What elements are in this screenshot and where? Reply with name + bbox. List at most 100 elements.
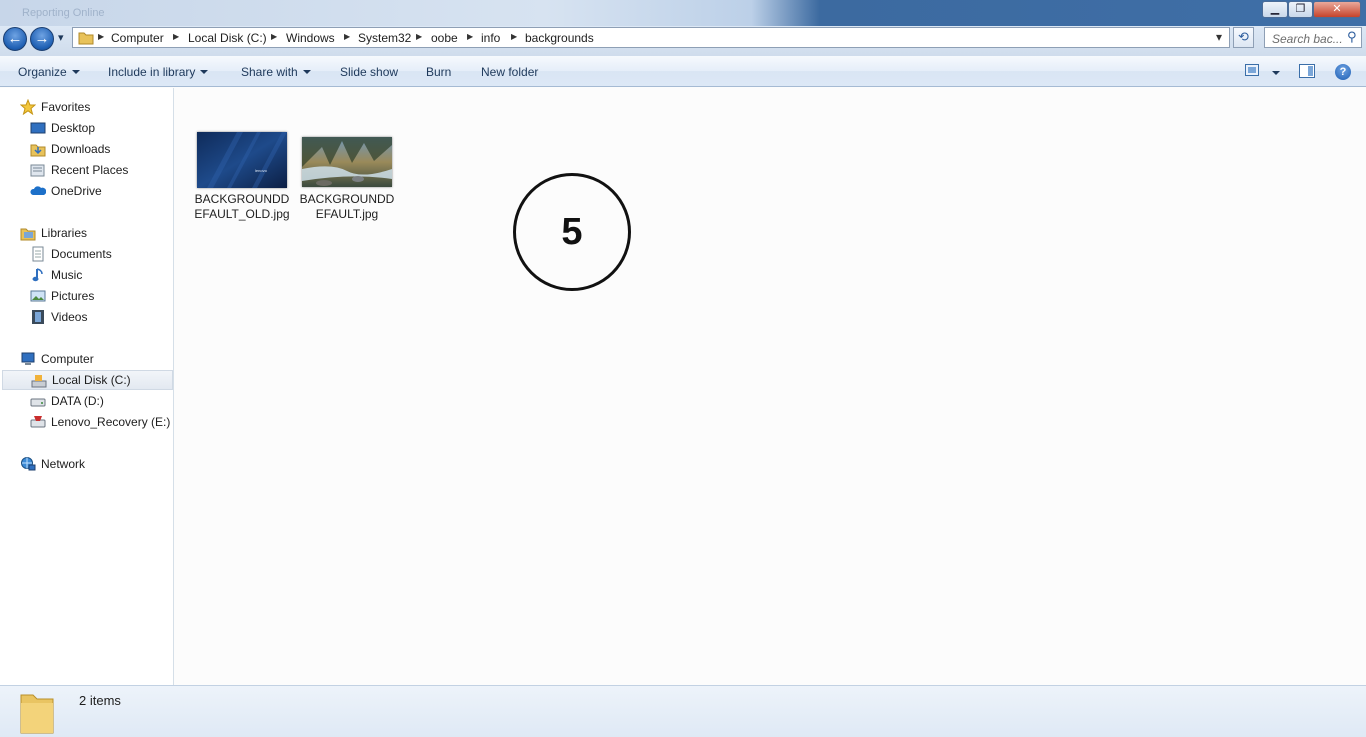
libraries-icon (20, 228, 36, 241)
include-in-library-label: Include in library (108, 65, 196, 79)
nav-item-label: Documents (51, 247, 112, 261)
breadcrumb-local-disk[interactable]: Local Disk (C:) (188, 31, 267, 45)
chevron-down-icon (302, 70, 311, 74)
system-drive-icon (31, 375, 47, 388)
close-button[interactable]: ✕ (1313, 1, 1361, 18)
nav-item-downloads[interactable]: Downloads (0, 139, 174, 159)
downloads-folder-icon (30, 144, 46, 157)
file-name: BACKGROUNDDEFAULT_OLD.jpg (194, 192, 290, 221)
image-thumbnail (302, 137, 392, 187)
breadcrumb-separator[interactable]: ▶ (416, 32, 422, 41)
nav-item-label: Lenovo_Recovery (E:) (51, 415, 171, 429)
breadcrumb-separator[interactable]: ▶ (344, 32, 350, 41)
breadcrumb-separator[interactable]: ▶ (467, 32, 473, 41)
nav-item-label: Downloads (51, 142, 111, 156)
hard-drive-icon (30, 398, 46, 407)
nav-item-label: DATA (D:) (51, 394, 104, 408)
onedrive-cloud-icon (30, 186, 46, 195)
image-thumbnail: lenovo (197, 132, 287, 188)
breadcrumb-separator[interactable]: ▶ (173, 32, 179, 41)
new-folder-button[interactable]: New folder (481, 65, 538, 79)
breadcrumb-info[interactable]: info (481, 31, 500, 45)
nav-favorites-label: Favorites (41, 100, 91, 114)
view-icon (1245, 64, 1259, 76)
nav-item-pictures[interactable]: Pictures (0, 286, 174, 306)
window-title: Reporting Online (22, 7, 105, 19)
search-input[interactable] (1270, 29, 1348, 48)
breadcrumb-oobe[interactable]: oobe (431, 31, 458, 45)
organize-button[interactable]: Organize (18, 65, 80, 79)
videos-film-icon (32, 310, 44, 324)
nav-item-onedrive[interactable]: OneDrive (0, 181, 174, 201)
breadcrumb-windows[interactable]: Windows (286, 31, 335, 45)
organize-label: Organize (18, 65, 67, 79)
nav-item-label: Desktop (51, 121, 96, 135)
burn-button[interactable]: Burn (426, 65, 451, 79)
computer-icon (21, 352, 35, 365)
nav-favorites[interactable]: Favorites (0, 97, 174, 117)
nav-item-desktop[interactable]: Desktop (0, 118, 174, 138)
nav-network-label: Network (41, 457, 86, 471)
nav-item-recent-places[interactable]: Recent Places (0, 160, 174, 180)
nav-item-documents[interactable]: Documents (0, 244, 174, 264)
nav-item-label: OneDrive (51, 184, 102, 198)
refresh-button[interactable]: ⟲ (1233, 27, 1254, 48)
nav-item-data-d[interactable]: DATA (D:) (0, 391, 174, 411)
network-globe-icon (21, 457, 36, 471)
change-view-button[interactable] (1245, 64, 1259, 79)
minimize-button[interactable]: ▁ (1262, 1, 1288, 18)
breadcrumb-computer[interactable]: Computer (111, 31, 164, 45)
nav-item-music[interactable]: Music (0, 265, 174, 285)
back-button[interactable]: ← (3, 27, 27, 51)
nav-network[interactable]: Network (0, 454, 174, 474)
status-bar (0, 685, 1366, 737)
file-item[interactable]: BACKGROUNDDEFAULT.jpg (297, 128, 397, 228)
address-bar[interactable]: ▶ Computer ▶ Local Disk (C:) ▶ Windows ▶… (72, 27, 1230, 48)
breadcrumb-separator[interactable]: ▶ (98, 32, 104, 41)
status-item-count: 2 items (79, 693, 121, 708)
nav-libraries[interactable]: Libraries (0, 223, 174, 243)
pictures-icon (30, 290, 46, 302)
nav-item-local-disk-c[interactable]: Local Disk (C:) (2, 370, 173, 390)
star-icon (20, 99, 36, 115)
search-box[interactable]: ⚲ (1264, 27, 1362, 48)
nav-libraries-label: Libraries (41, 226, 88, 240)
magnifier-icon[interactable]: ⚲ (1347, 29, 1357, 45)
recent-pages-dropdown[interactable]: ▾ (58, 31, 64, 44)
include-in-library-button[interactable]: Include in library (108, 65, 209, 79)
folder-large-icon (20, 694, 54, 734)
forward-button[interactable]: → (30, 27, 54, 51)
documents-icon (32, 246, 44, 262)
breadcrumb-system32[interactable]: System32 (358, 31, 411, 45)
nav-item-lenovo-recovery-e[interactable]: Lenovo_Recovery (E:) (0, 412, 174, 432)
breadcrumb-separator[interactable]: ▶ (511, 32, 517, 41)
nav-item-label: Recent Places (51, 163, 129, 177)
step-number-marker: 5 (513, 173, 631, 291)
slide-show-button[interactable]: Slide show (340, 65, 398, 79)
desktop-icon (30, 122, 46, 134)
nav-computer-label: Computer (41, 352, 94, 366)
preview-pane-icon (1299, 64, 1315, 78)
address-dropdown-icon[interactable]: ▾ (1216, 30, 1222, 44)
view-options-dropdown[interactable] (1267, 66, 1280, 80)
window-title-bar: Reporting Online (0, 0, 1366, 26)
breadcrumb-separator[interactable]: ▶ (271, 32, 277, 41)
recovery-drive-icon (30, 416, 46, 428)
help-button[interactable]: ? (1335, 64, 1351, 80)
file-item[interactable]: lenovo BACKGROUNDDEFAULT_OLD.jpg (192, 128, 292, 228)
file-name: BACKGROUNDDEFAULT.jpg (299, 192, 395, 221)
share-with-button[interactable]: Share with (241, 65, 311, 79)
chevron-down-icon (71, 70, 80, 74)
recent-places-icon (30, 164, 45, 177)
thumbnail-logo-text: lenovo (255, 168, 268, 173)
breadcrumb-backgrounds[interactable]: backgrounds (525, 31, 594, 45)
chevron-down-icon (1272, 71, 1280, 75)
nav-item-label: Videos (51, 310, 88, 324)
maximize-button[interactable]: ❐ (1288, 1, 1313, 18)
nav-item-videos[interactable]: Videos (0, 307, 174, 327)
share-with-label: Share with (241, 65, 298, 79)
chevron-down-icon (200, 70, 209, 74)
nav-item-label: Local Disk (C:) (52, 373, 131, 387)
preview-pane-button[interactable] (1299, 64, 1315, 81)
nav-computer[interactable]: Computer (0, 349, 174, 369)
